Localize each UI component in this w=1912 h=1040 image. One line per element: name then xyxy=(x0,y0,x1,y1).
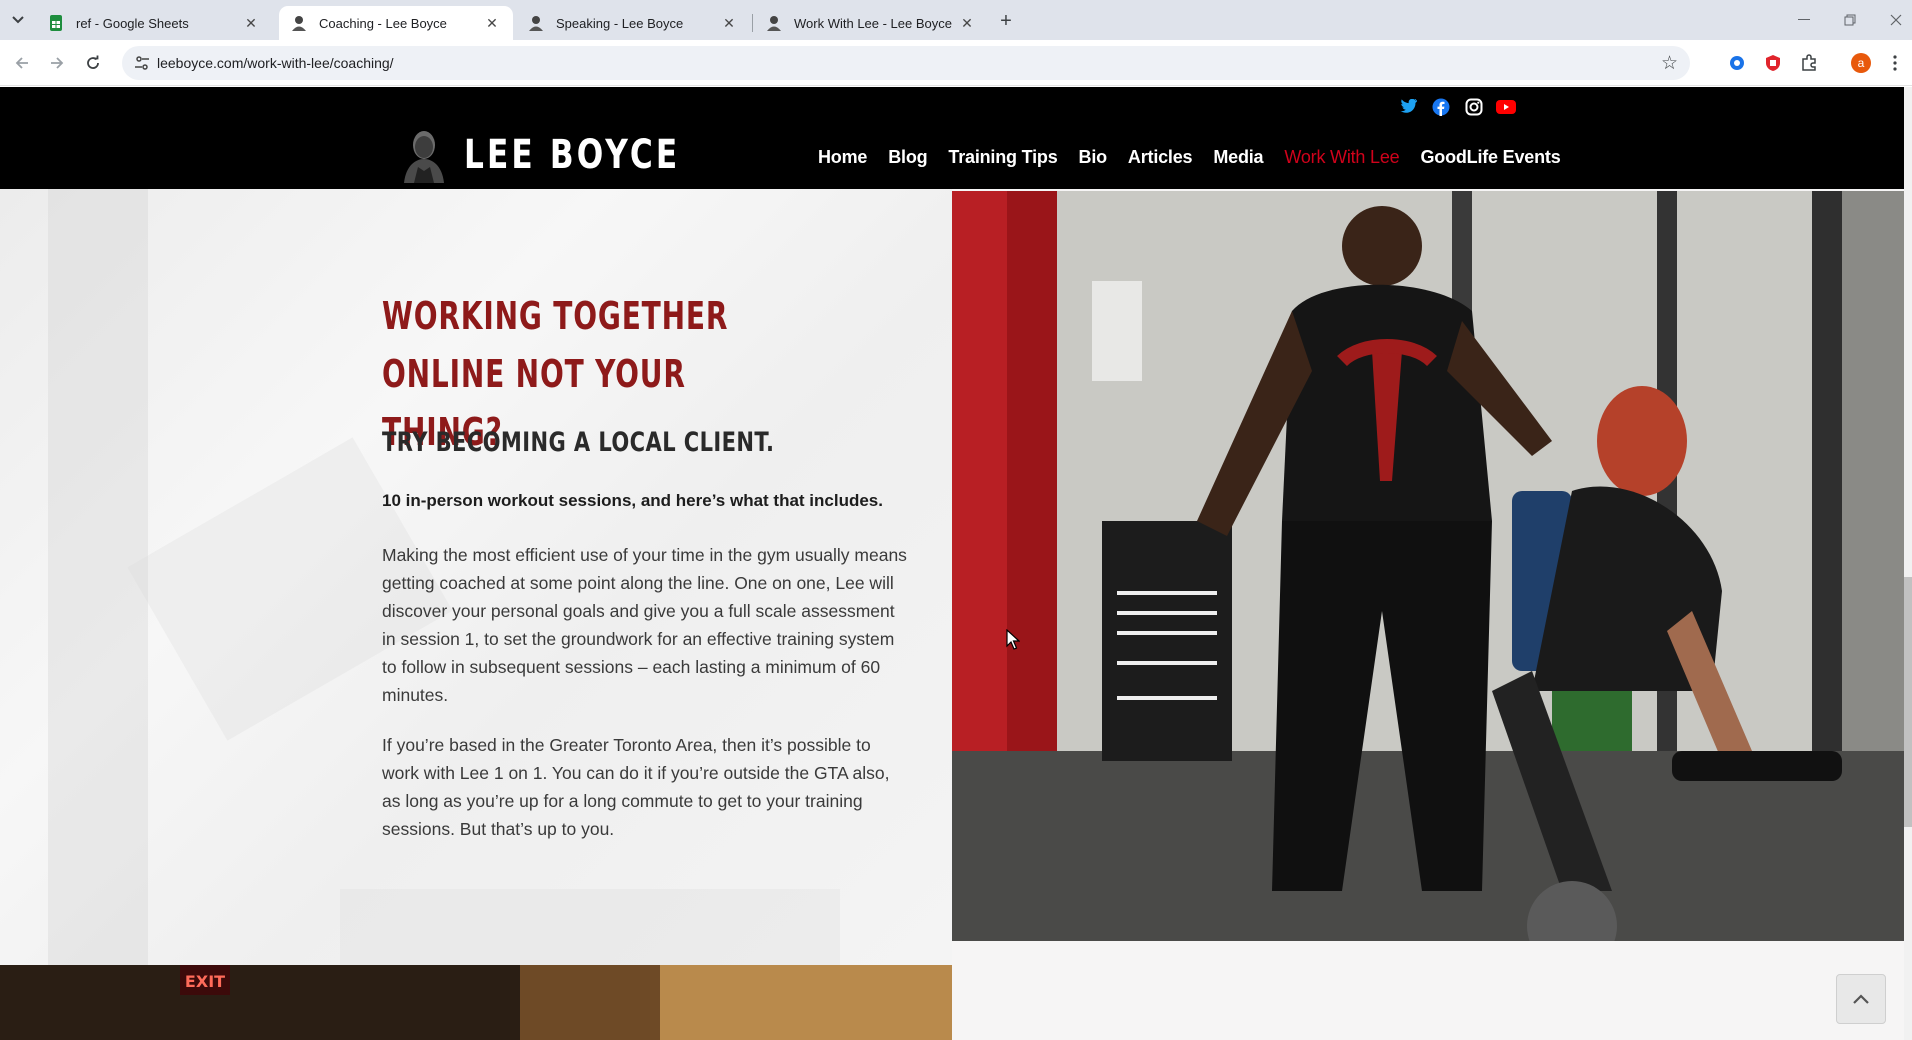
extensions-menu-button[interactable] xyxy=(1798,52,1820,74)
reload-button[interactable] xyxy=(81,51,105,75)
puzzle-icon xyxy=(1802,54,1816,71)
background-texture xyxy=(340,889,840,965)
gym-photo-illustration: EXIT xyxy=(0,965,952,1040)
more-vertical-icon xyxy=(1893,55,1897,71)
nav-home[interactable]: Home xyxy=(818,147,867,168)
minimize-button[interactable] xyxy=(1786,8,1822,32)
extension-button[interactable] xyxy=(1726,52,1748,74)
lee-boyce-favicon xyxy=(767,16,781,31)
close-icon xyxy=(1890,14,1902,26)
nav-blog[interactable]: Blog xyxy=(888,147,927,168)
reload-icon xyxy=(87,55,99,69)
section-subheading: Try becoming a local client. xyxy=(382,427,775,458)
restore-icon xyxy=(1844,14,1856,26)
tab-google-sheets[interactable]: ref - Google Sheets ✕ xyxy=(36,6,272,40)
close-tab-icon[interactable]: ✕ xyxy=(958,14,976,32)
url-text: leeboyce.com/work-with-lee/coaching/ xyxy=(157,55,394,71)
extension-button[interactable] xyxy=(1762,52,1784,74)
lead-text: 10 in-person workout sessions, and here’… xyxy=(382,491,883,510)
nav-work-with-lee[interactable]: Work With Lee xyxy=(1284,147,1399,168)
tab-speaking[interactable]: Speaking - Lee Boyce ✕ xyxy=(516,6,750,40)
text-panel: Working together online not your thing? … xyxy=(0,189,952,965)
arrow-right-icon xyxy=(51,57,64,69)
page-content: Working together online not your thing? … xyxy=(0,189,1904,1040)
lee-boyce-portrait-logo xyxy=(404,131,444,183)
nav-goodlife-events[interactable]: GoodLife Events xyxy=(1420,147,1560,168)
facebook-icon xyxy=(1432,98,1450,116)
tab-search-button[interactable] xyxy=(7,9,29,31)
nav-bio[interactable]: Bio xyxy=(1079,147,1108,168)
browser-menu-button[interactable] xyxy=(1888,52,1902,74)
coaching-photo-illustration xyxy=(952,191,1904,941)
twitter-icon xyxy=(1400,99,1418,113)
extension-globe-icon xyxy=(1730,56,1744,70)
exit-sign: EXIT xyxy=(185,972,225,991)
browser-toolbar: leeboyce.com/work-with-lee/coaching/ ☆ a xyxy=(0,40,1912,86)
avatar-initial: a xyxy=(1857,56,1865,70)
arrow-left-icon xyxy=(15,57,28,69)
google-sheets-icon xyxy=(50,15,62,31)
forward-button[interactable] xyxy=(45,51,69,75)
tab-coaching[interactable]: Coaching - Lee Boyce ✕ xyxy=(279,6,513,40)
coaching-photo xyxy=(952,191,1904,941)
profile-avatar[interactable]: a xyxy=(1850,52,1872,74)
body-paragraph: Making the most efficient use of your ti… xyxy=(382,545,907,705)
youtube-icon xyxy=(1496,100,1516,114)
new-tab-button[interactable]: + xyxy=(994,9,1018,33)
logo-text: LEE BOYCE xyxy=(464,132,681,178)
shield-icon xyxy=(1766,55,1780,71)
body-paragraph: If you’re based in the Greater Toronto A… xyxy=(382,735,890,839)
twitter-link[interactable] xyxy=(1399,97,1419,117)
minimize-icon xyxy=(1798,19,1810,20)
facebook-link[interactable] xyxy=(1431,97,1451,117)
site-header: LEE BOYCE Home Blog Training Tips Bio Ar… xyxy=(0,87,1904,189)
close-tab-icon[interactable]: ✕ xyxy=(720,14,738,32)
tab-label: Speaking - Lee Boyce xyxy=(556,15,684,31)
instagram-link[interactable] xyxy=(1464,97,1484,117)
lee-boyce-favicon xyxy=(529,16,543,31)
close-tab-icon[interactable]: ✕ xyxy=(242,14,260,32)
nav-articles[interactable]: Articles xyxy=(1128,147,1193,168)
youtube-link[interactable] xyxy=(1496,97,1516,117)
main-navigation: Home Blog Training Tips Bio Articles Med… xyxy=(818,147,1582,168)
browser-tab-bar: ref - Google Sheets ✕ Coaching - Lee Boy… xyxy=(0,0,1912,40)
instagram-icon xyxy=(1465,98,1483,116)
back-to-top-button[interactable] xyxy=(1836,974,1886,1024)
tab-work-with-lee[interactable]: Work With Lee - Lee Boyce ✕ xyxy=(754,6,988,40)
site-info-icon[interactable] xyxy=(134,55,150,71)
chevron-down-icon xyxy=(12,16,24,24)
site-logo[interactable]: LEE BOYCE xyxy=(400,127,741,183)
lee-boyce-favicon xyxy=(292,16,306,31)
gym-photo-bottom: EXIT xyxy=(0,965,952,1040)
close-tab-icon[interactable]: ✕ xyxy=(483,14,501,32)
tab-label: ref - Google Sheets xyxy=(76,15,189,31)
chevron-up-icon xyxy=(1853,994,1869,1004)
tab-label: Coaching - Lee Boyce xyxy=(319,15,447,31)
mouse-cursor-icon xyxy=(1006,629,1020,650)
close-window-button[interactable] xyxy=(1878,8,1912,32)
nav-training-tips[interactable]: Training Tips xyxy=(948,147,1057,168)
address-bar[interactable]: leeboyce.com/work-with-lee/coaching/ ☆ xyxy=(122,46,1690,80)
bookmark-star-icon[interactable]: ☆ xyxy=(1661,52,1678,75)
nav-media[interactable]: Media xyxy=(1213,147,1263,168)
tab-separator xyxy=(752,14,753,32)
back-button[interactable] xyxy=(10,51,34,75)
page-scrollbar[interactable] xyxy=(1904,87,1912,1040)
restore-button[interactable] xyxy=(1832,8,1868,32)
scrollbar-thumb[interactable] xyxy=(1904,577,1912,827)
tab-label: Work With Lee - Lee Boyce xyxy=(794,15,952,31)
